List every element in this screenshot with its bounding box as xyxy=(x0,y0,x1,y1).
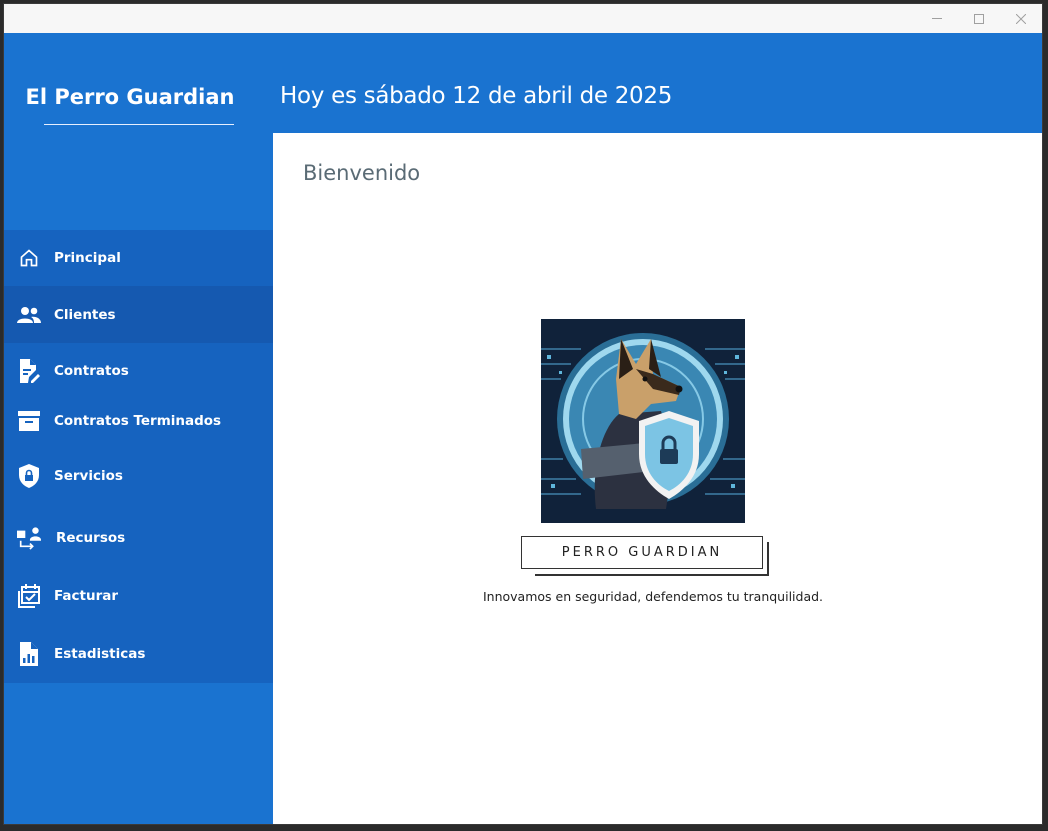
shield-lock-icon xyxy=(17,464,41,488)
nav-menu: Principal Clientes Contratos Contratos T… xyxy=(4,230,273,683)
app-window: El Perro Guardian Principal Clientes Con… xyxy=(3,3,1043,825)
sidebar-item-clientes[interactable]: Clientes xyxy=(4,286,273,343)
sidebar-item-label: Servicios xyxy=(54,468,123,484)
sidebar-item-label: Contratos xyxy=(54,363,129,379)
sidebar-item-label: Estadisticas xyxy=(54,646,146,662)
sidebar-item-label: Facturar xyxy=(54,588,119,604)
sidebar-item-contratos-terminados[interactable]: Contratos Terminados xyxy=(4,399,273,443)
sidebar-item-recursos[interactable]: Recursos xyxy=(4,509,273,567)
home-icon xyxy=(17,246,41,270)
logo-wordmark: PERRO GUARDIAN xyxy=(521,536,763,569)
app-title: El Perro Guardian xyxy=(25,85,235,109)
brand: El Perro Guardian xyxy=(4,33,273,133)
sidebar-item-principal[interactable]: Principal xyxy=(4,230,273,286)
sidebar-item-servicios[interactable]: Servicios xyxy=(4,443,273,509)
sidebar: El Perro Guardian Principal Clientes Con… xyxy=(4,33,273,824)
brand-divider xyxy=(44,124,234,125)
sidebar-item-label: Principal xyxy=(54,250,121,266)
sidebar-item-contratos[interactable]: Contratos xyxy=(4,343,273,399)
sidebar-item-facturar[interactable]: Facturar xyxy=(4,567,273,625)
minimize-icon[interactable] xyxy=(916,4,958,33)
close-icon[interactable] xyxy=(1000,4,1042,33)
page-title: Bienvenido xyxy=(303,161,421,185)
title-bar xyxy=(4,4,1042,33)
calendar-check-icon xyxy=(17,584,41,608)
slogan: Innovamos en seguridad, defendemos tu tr… xyxy=(482,589,824,604)
users-icon xyxy=(17,303,41,327)
sidebar-item-estadisticas[interactable]: Estadisticas xyxy=(4,625,273,683)
document-edit-icon xyxy=(17,359,41,383)
company-logo xyxy=(541,319,745,523)
wordmark-frame xyxy=(767,542,769,576)
archive-icon xyxy=(17,409,41,433)
chart-file-icon xyxy=(17,642,41,666)
maximize-icon[interactable] xyxy=(958,4,1000,33)
sidebar-item-label: Contratos Terminados xyxy=(54,413,222,429)
sidebar-item-label: Clientes xyxy=(54,306,116,323)
sidebar-item-label: Recursos xyxy=(56,530,126,546)
main-content: Bienvenido PERRO GUARDIAN Innovamos en s… xyxy=(273,133,1042,824)
resources-icon xyxy=(17,526,41,550)
wordmark-frame xyxy=(535,574,769,576)
current-date: Hoy es sábado 12 de abril de 2025 xyxy=(280,83,673,109)
header: Hoy es sábado 12 de abril de 2025 xyxy=(273,33,1042,133)
